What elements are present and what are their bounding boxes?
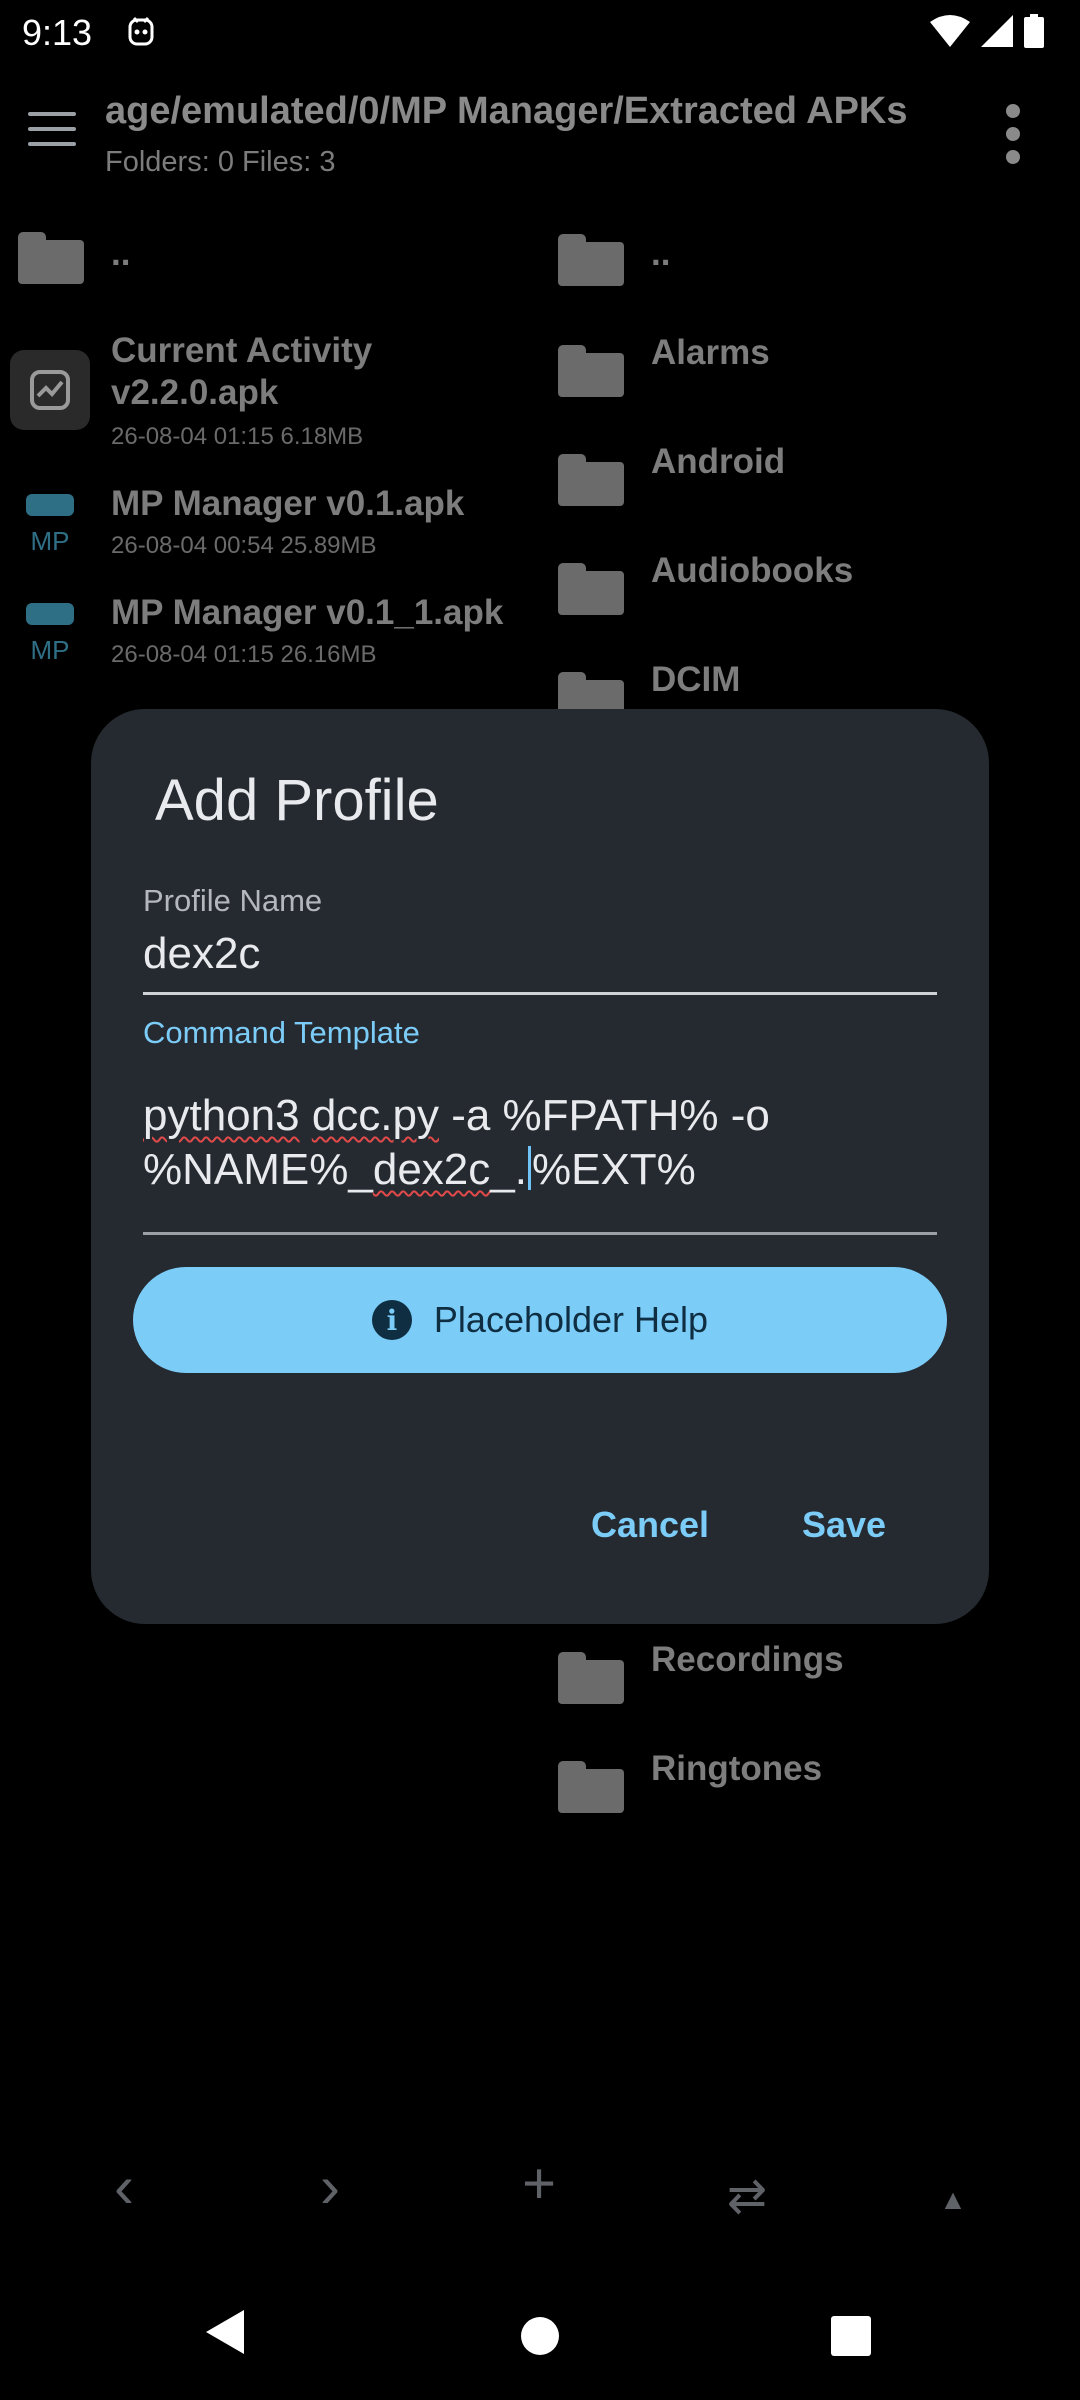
- folder-icon: [558, 1761, 624, 1813]
- status-time: 9:13: [22, 12, 93, 53]
- command-template-underline: [143, 1232, 937, 1235]
- command-template-label: Command Template: [143, 1015, 420, 1050]
- list-item-parent-left[interactable]: ..: [0, 220, 540, 300]
- item-name: MP Manager v0.1_1.apk: [111, 593, 504, 632]
- item-meta: 26-08-04 01:15 26.16MB: [111, 641, 377, 668]
- nav-home-icon[interactable]: [521, 2317, 559, 2355]
- cancel-button[interactable]: Cancel: [591, 1504, 709, 1546]
- list-item-folder[interactable]: DCIM: [540, 652, 1080, 709]
- list-item-folder[interactable]: Ringtones: [540, 1749, 1080, 1849]
- item-name: ..: [111, 234, 131, 273]
- list-item-apk[interactable]: MP MP Manager v0.1_1.apk 26-08-04 01:15 …: [0, 587, 540, 687]
- profile-name-label: Profile Name: [143, 883, 323, 918]
- nav-recents-icon[interactable]: [831, 2316, 871, 2356]
- swap-icon[interactable]: ⇄: [707, 2168, 787, 2224]
- profile-name-underline: [143, 992, 937, 995]
- list-item-apk[interactable]: Current Activity v2.2.0.apk 26-08-04 01:…: [0, 325, 540, 455]
- item-meta: 26-08-04 00:54 25.89MB: [111, 532, 377, 559]
- placeholder-help-button[interactable]: i Placeholder Help: [133, 1267, 947, 1373]
- item-name: Ringtones: [651, 1749, 823, 1788]
- status-icons: [930, 14, 1044, 48]
- item-name: MP Manager v0.1.apk: [111, 484, 465, 523]
- activity-app-icon: [10, 350, 90, 430]
- item-name: Android: [651, 442, 786, 481]
- placeholder-help-label: Placeholder Help: [433, 1299, 709, 1340]
- list-item-folder[interactable]: Audiobooks: [540, 543, 1080, 643]
- mp-manager-app-icon: MP: [26, 603, 74, 665]
- list-item-folder[interactable]: Alarms: [540, 325, 1080, 425]
- list-item-apk[interactable]: MP MP Manager v0.1.apk 26-08-04 00:54 25…: [0, 478, 540, 578]
- misspelled-word: dex2c: [372, 1145, 491, 1194]
- battery-icon: [1024, 14, 1044, 48]
- text-cursor: [527, 1146, 531, 1190]
- item-name: DCIM: [651, 660, 741, 699]
- list-item-folder[interactable]: Android: [540, 434, 1080, 534]
- folder-icon: [558, 1652, 624, 1704]
- item-name-line1: Current Activity: [111, 331, 373, 370]
- template-text-segment: [300, 1091, 312, 1140]
- wifi-icon: [930, 15, 970, 47]
- notification-icon: [128, 16, 154, 46]
- folder-file-count: Folders: 0 Files: 3: [105, 146, 336, 178]
- template-text-segment: %EXT%: [531, 1145, 696, 1194]
- folder-icon: [558, 563, 624, 615]
- folder-icon: [558, 234, 624, 286]
- item-name: Alarms: [651, 333, 770, 372]
- info-icon: i: [371, 1300, 412, 1340]
- save-button[interactable]: Save: [802, 1504, 886, 1546]
- add-profile-dialog: Add Profile Profile Name dex2c Command T…: [91, 709, 989, 1624]
- status-bar: 9:13: [0, 0, 1080, 64]
- signal-icon: [981, 15, 1013, 47]
- command-template-input[interactable]: python3 dcc.py -a %FPATH% -o %NAME%_dex2…: [143, 1089, 943, 1197]
- item-meta: 26-08-04 01:15 6.18MB: [111, 423, 364, 450]
- forward-arrow-icon[interactable]: ›: [290, 2152, 370, 2221]
- dialog-title: Add Profile: [155, 768, 439, 833]
- list-item-folder[interactable]: Recordings: [540, 1640, 1080, 1740]
- svg-text:MP: MP: [31, 526, 70, 556]
- profile-name-input[interactable]: dex2c: [143, 929, 260, 979]
- list-item-parent-right[interactable]: ..: [540, 220, 1080, 310]
- item-name: Audiobooks: [651, 551, 854, 590]
- add-icon[interactable]: +: [499, 2150, 579, 2217]
- template-text-segment: _.: [490, 1145, 527, 1194]
- folder-icon: [558, 672, 624, 709]
- more-options-icon[interactable]: [1003, 104, 1023, 164]
- mp-manager-app-icon: MP: [26, 494, 74, 556]
- misspelled-word: dcc.py: [311, 1091, 439, 1140]
- folder-icon: [18, 232, 84, 284]
- item-name: ..: [651, 234, 671, 273]
- item-name-line2: v2.2.0.apk: [111, 373, 279, 412]
- nav-back-icon[interactable]: [206, 2310, 244, 2354]
- menu-icon[interactable]: [28, 112, 76, 148]
- back-arrow-icon[interactable]: ‹: [84, 2152, 164, 2221]
- misspelled-word: python3: [143, 1091, 300, 1140]
- current-path: age/emulated/0/MP Manager/Extracted APKs: [105, 90, 908, 132]
- folder-icon: [558, 345, 624, 397]
- svg-text:MP: MP: [31, 635, 70, 665]
- scroll-up-icon[interactable]: ▲: [913, 2184, 993, 2216]
- item-name: Recordings: [651, 1640, 844, 1679]
- folder-icon: [558, 454, 624, 506]
